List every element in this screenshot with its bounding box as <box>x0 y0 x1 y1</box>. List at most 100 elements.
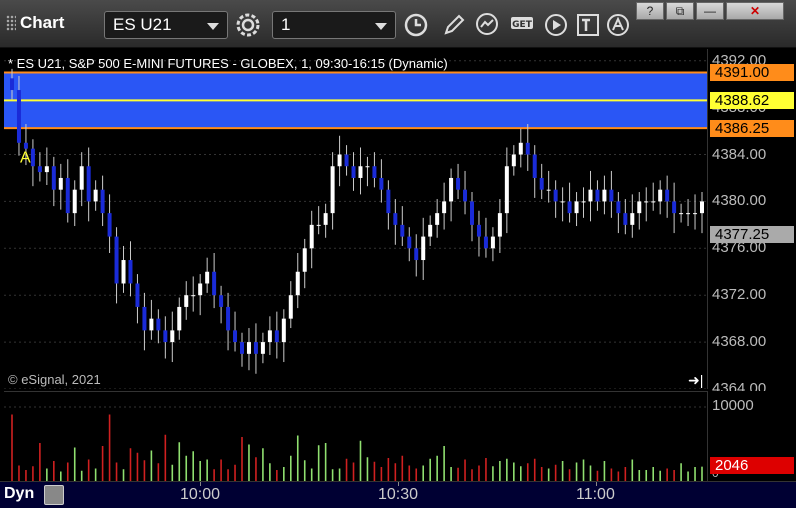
toolbar: Chart ES U21 1 GET ? ⧉ — ✕ <box>0 0 796 48</box>
candle-body <box>532 154 537 178</box>
candle-body <box>51 166 56 190</box>
candle-body <box>142 306 147 331</box>
pencil-icon[interactable] <box>440 11 468 39</box>
candle-body <box>253 342 258 354</box>
candle-body <box>525 142 530 155</box>
restore-button[interactable]: ⧉ <box>666 2 694 20</box>
price-tick-label: 4384.00 <box>712 145 767 163</box>
candle-body <box>463 189 468 202</box>
close-label: ✕ <box>749 4 761 18</box>
clock-icon[interactable] <box>402 11 430 39</box>
scroll-to-end-icon[interactable]: ➜| <box>688 372 703 389</box>
candle-body <box>16 90 21 143</box>
play-icon[interactable] <box>542 11 570 39</box>
candle-body <box>497 213 502 237</box>
time-tick-label: 11:00 <box>576 486 615 503</box>
candle-body <box>337 154 342 167</box>
candle-body <box>37 166 42 173</box>
candle-body <box>295 271 300 296</box>
candle-body <box>630 213 635 225</box>
grip-icon[interactable] <box>6 15 16 31</box>
candle-body <box>65 177 70 214</box>
candle-body <box>219 295 224 307</box>
volume-chart[interactable] <box>4 391 707 481</box>
candle-body <box>386 189 391 214</box>
study-icon[interactable] <box>474 11 502 39</box>
candle-body <box>260 342 265 354</box>
candle-body <box>546 189 551 191</box>
candle-body <box>267 330 272 343</box>
candle-body <box>114 236 119 284</box>
time-axis[interactable]: Dyn 10:00 10:30 11:00 <box>0 481 796 508</box>
candle-body <box>365 166 370 168</box>
window-title: Chart <box>6 13 64 33</box>
candle-body <box>177 306 182 331</box>
candle-body <box>316 224 321 226</box>
candle-body <box>323 213 328 225</box>
last-price-label: 4377.25 <box>710 225 794 243</box>
alert-icon[interactable] <box>604 11 632 39</box>
candle-body <box>156 318 161 331</box>
chart-description: * ES U21, S&P 500 E-MINI FUTURES - GLOBE… <box>8 56 448 71</box>
candle-body <box>504 166 509 214</box>
candle-body <box>121 260 126 284</box>
chevron-down-icon[interactable] <box>375 23 387 30</box>
candle-body <box>393 213 398 225</box>
candle-body <box>693 213 698 215</box>
candle-body <box>379 177 384 190</box>
price-tick-label: 4368.00 <box>712 333 767 351</box>
candle-body <box>246 342 251 354</box>
chevron-down-icon[interactable] <box>207 23 219 30</box>
interval-value: 1 <box>281 15 291 34</box>
last-volume-label: 2046 <box>710 456 794 474</box>
get-icon[interactable]: GET <box>508 11 536 39</box>
candle-body <box>700 201 704 214</box>
candle-body <box>93 189 98 202</box>
candle-body <box>170 330 175 343</box>
candle-body <box>135 283 140 307</box>
candle-body <box>539 177 544 190</box>
candle-body <box>672 201 677 214</box>
price-chart[interactable]: A <box>4 49 707 389</box>
candle-body <box>58 177 63 190</box>
symbol-combo[interactable]: ES U21 <box>104 11 228 39</box>
candle-body <box>351 166 356 178</box>
volume-axis[interactable]: 1000002046 <box>707 391 796 481</box>
candle-body <box>212 271 217 296</box>
volume-tick-label: 10000 <box>712 397 754 414</box>
help-button[interactable]: ? <box>636 2 664 20</box>
candle-body <box>428 224 433 237</box>
lock-icon[interactable] <box>44 485 64 505</box>
candle-body <box>658 189 663 202</box>
candle-body <box>651 201 656 203</box>
candle-body <box>344 154 349 167</box>
close-button[interactable]: ✕ <box>726 2 784 20</box>
text-icon[interactable] <box>574 11 602 39</box>
time-tick-label: 10:30 <box>378 486 419 503</box>
interval-combo[interactable]: 1 <box>272 11 396 39</box>
candle-body <box>588 189 593 202</box>
minimize-button[interactable]: — <box>696 2 724 20</box>
gear-icon[interactable] <box>234 11 262 39</box>
candle-body <box>476 224 481 237</box>
candle-body <box>679 213 684 215</box>
candle-body <box>637 201 642 214</box>
candle-body <box>553 189 558 202</box>
candle-body <box>518 142 523 155</box>
price-tick-label: 4380.00 <box>712 192 767 210</box>
candle-body <box>233 330 238 343</box>
candle-body <box>449 177 454 202</box>
band-high-label: 4391.00 <box>710 64 794 82</box>
candle-body <box>240 342 244 354</box>
candle-body <box>609 189 614 202</box>
candle-body <box>560 201 565 203</box>
candle-body <box>79 166 84 190</box>
window-title-label: Chart <box>20 13 65 32</box>
dynamic-mode-label[interactable]: Dyn <box>4 485 34 503</box>
price-tick-label: 4372.00 <box>712 286 767 304</box>
candle-body <box>400 224 405 237</box>
time-tick <box>200 482 201 486</box>
candle-body <box>421 236 426 261</box>
price-axis[interactable]: 4392.004388.004384.004380.004376.004372.… <box>707 49 796 397</box>
candle-body <box>595 189 600 202</box>
